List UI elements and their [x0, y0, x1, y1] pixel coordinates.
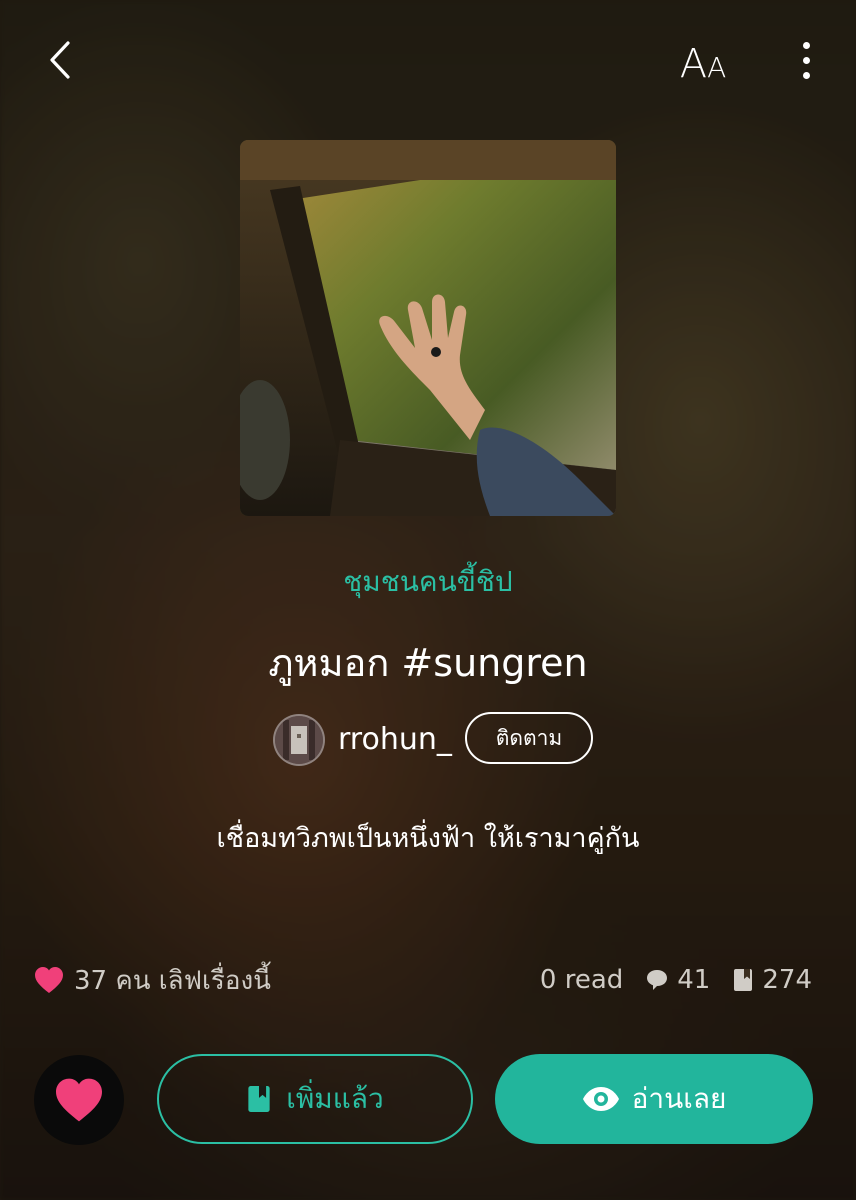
- eye-icon: [582, 1087, 619, 1111]
- comments-count: 41: [677, 965, 711, 995]
- likes-stat: 37 คน เลิฟเรื่องนี้: [34, 960, 271, 1000]
- bookmark-book-icon: [734, 969, 753, 991]
- author-name[interactable]: rrohun_: [338, 722, 452, 757]
- love-button[interactable]: [34, 1055, 124, 1145]
- reads-count: 0 read: [539, 965, 624, 995]
- heart-icon: [35, 967, 63, 993]
- community-name[interactable]: ชุมชนคนขี้ชิป: [0, 560, 856, 604]
- font-size-button[interactable]: AA: [668, 36, 738, 86]
- story-cover-image: [240, 140, 616, 516]
- font-size-icon-small: A: [707, 51, 727, 84]
- cover-illustration: [240, 140, 616, 516]
- follow-button[interactable]: ติดตาม: [465, 712, 593, 764]
- added-label: เพิ่มแล้ว: [286, 1082, 384, 1115]
- more-dot-icon: [802, 56, 810, 64]
- heart-icon: [56, 1078, 102, 1122]
- read-label: อ่านเลย: [631, 1082, 727, 1115]
- back-button[interactable]: [36, 38, 84, 82]
- font-size-icon-big: A: [679, 41, 708, 87]
- more-dot-icon: [802, 71, 810, 79]
- comment-icon: [647, 970, 668, 990]
- more-dot-icon: [802, 41, 810, 49]
- likes-text: 37 คน เลิฟเรื่องนี้: [74, 965, 271, 996]
- top-bar: AA: [0, 0, 856, 120]
- avatar-image: [275, 716, 323, 764]
- added-to-library-button[interactable]: เพิ่มแล้ว: [157, 1054, 473, 1144]
- bookmark-book-icon: [248, 1086, 270, 1112]
- read-now-button[interactable]: อ่านเลย: [495, 1054, 813, 1144]
- story-stats: 0 read 41 274: [540, 960, 812, 1000]
- story-title: ภูหมอก #sungren: [268, 641, 588, 685]
- avatar[interactable]: [273, 714, 325, 766]
- author-row: rrohun_ ติดตาม: [0, 712, 856, 766]
- chevron-left-icon: [50, 41, 70, 79]
- story-synopsis: เชื่อมทวิภพเป็นหนึ่งฟ้า ให้เรามาคู่กัน: [216, 823, 640, 854]
- more-options-button[interactable]: [786, 38, 826, 82]
- bookmarks-count: 274: [762, 965, 812, 995]
